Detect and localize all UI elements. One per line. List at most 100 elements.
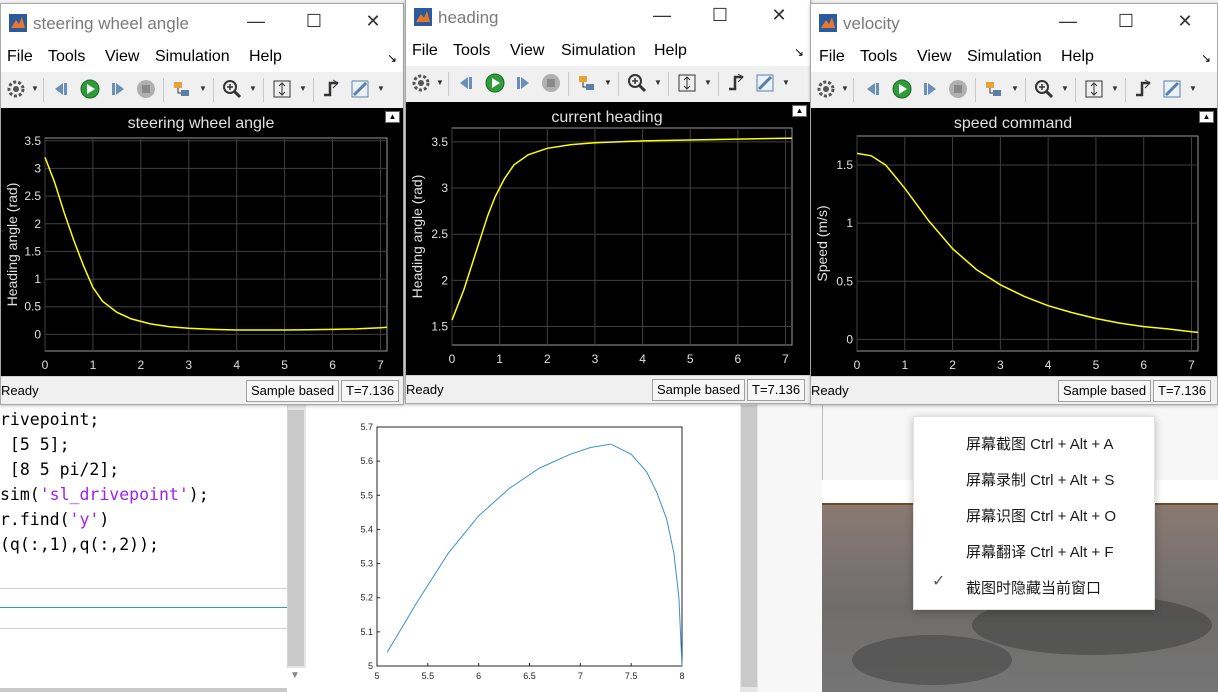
step-forward-icon[interactable] (919, 78, 941, 100)
autoscale-icon[interactable] (271, 78, 293, 100)
menu-help[interactable]: Help (654, 42, 687, 60)
close-icon[interactable]: ✕ (768, 4, 790, 26)
menu-item-screen-record[interactable]: 屏幕录制 Ctrl + Alt + S (966, 469, 1114, 490)
dropdown-arrow-icon[interactable]: ▼ (1061, 84, 1069, 93)
undock-icon[interactable]: ▲ (792, 105, 807, 117)
undock-icon[interactable]: ▲ (385, 111, 400, 123)
menu-file[interactable]: File (7, 48, 33, 66)
run-icon[interactable] (484, 72, 506, 94)
maximize-icon[interactable]: ☐ (1115, 10, 1137, 32)
code-line[interactable]: [5 5]; (0, 435, 70, 454)
stop-icon[interactable] (947, 78, 969, 100)
autoscale-icon[interactable] (1083, 78, 1105, 100)
dropdown-arrow-icon[interactable]: ▼ (199, 84, 207, 93)
measurement-icon[interactable] (1161, 78, 1183, 100)
y-tick-label: 1.5 (24, 244, 41, 258)
dropdown-arrow-icon[interactable]: ▼ (654, 78, 662, 87)
menu-tools[interactable]: Tools (48, 48, 85, 66)
code-line[interactable]: [8 5 pi/2]; (0, 460, 119, 479)
trigger-icon[interactable] (321, 78, 343, 100)
gear-icon[interactable] (410, 72, 432, 94)
code-line[interactable]: r.find('y') (0, 510, 109, 529)
menu-tools[interactable]: Tools (860, 48, 897, 66)
menu-help[interactable]: Help (1061, 48, 1094, 66)
dropdown-arrow-icon[interactable]: ▼ (377, 84, 385, 93)
menu-view[interactable]: View (510, 42, 544, 60)
scope-window-steering[interactable]: steering wheel angle — ☐ ✕ File Tools Vi… (0, 3, 404, 405)
minimize-icon[interactable]: — (245, 10, 267, 32)
zoom-in-icon[interactable] (221, 78, 243, 100)
dropdown-arrow-icon[interactable]: ▼ (249, 84, 257, 93)
code-line[interactable]: (q(:,1),q(:,2)); (0, 535, 159, 554)
stop-icon[interactable] (540, 72, 562, 94)
dropdown-arrow-icon[interactable]: ▼ (1189, 84, 1197, 93)
zoom-in-icon[interactable] (1033, 78, 1055, 100)
step-back-icon[interactable] (456, 72, 478, 94)
scope-window-heading[interactable]: heading — ☐ ✕ File Tools View Simulation… (405, 0, 811, 404)
scope-plot-area[interactable]: speed command 0 1 2 3 4 5 6 7 0 0.5 1 1.5 Speed (m/s)… (811, 108, 1217, 376)
trigger-icon[interactable] (1133, 78, 1155, 100)
code-line[interactable]: rivepoint; (0, 410, 99, 429)
code-line[interactable]: sim('sl_drivepoint'); (0, 485, 209, 504)
close-icon[interactable]: ✕ (362, 10, 384, 32)
menu-simulation[interactable]: Simulation (561, 42, 636, 60)
figure-scrollbar-thumb[interactable] (741, 405, 757, 687)
menu-dock-arrow-icon[interactable]: ↘ (387, 51, 397, 65)
menu-item-screenshot[interactable]: 屏幕截图 Ctrl + Alt + A (966, 433, 1114, 454)
stop-icon[interactable] (135, 78, 157, 100)
run-icon[interactable] (79, 78, 101, 100)
menu-dock-arrow-icon[interactable]: ↘ (1201, 51, 1211, 65)
step-back-icon[interactable] (51, 78, 73, 100)
title-bar[interactable]: heading — ☐ ✕ (406, 0, 810, 36)
menu-item-hide-window[interactable]: 截图时隐藏当前窗口 (966, 577, 1101, 598)
menu-tools[interactable]: Tools (453, 42, 490, 60)
undock-icon[interactable]: ▲ (1199, 111, 1214, 123)
scroll-down-arrow-icon[interactable]: ▼ (290, 670, 300, 681)
trigger-icon[interactable] (726, 72, 748, 94)
title-bar[interactable]: steering wheel angle — ☐ ✕ (1, 4, 403, 42)
dropdown-arrow-icon[interactable]: ▼ (436, 78, 444, 87)
menu-item-screen-translate[interactable]: 屏幕翻译 Ctrl + Alt + F (966, 541, 1114, 562)
menu-file[interactable]: File (412, 42, 438, 60)
dropdown-arrow-icon[interactable]: ▼ (704, 78, 712, 87)
dropdown-arrow-icon[interactable]: ▼ (841, 84, 849, 93)
dropdown-arrow-icon[interactable]: ▼ (782, 78, 790, 87)
menu-simulation[interactable]: Simulation (155, 48, 230, 66)
step-back-icon[interactable] (863, 78, 885, 100)
menu-view[interactable]: View (105, 48, 139, 66)
autoscale-icon[interactable] (676, 72, 698, 94)
scope-plot-area[interactable]: steering wheel angle 0 1 2 3 4 5 6 7 0 0.5 1 1.5 2 2.5… (1, 108, 403, 376)
gear-icon[interactable] (815, 78, 837, 100)
step-forward-icon[interactable] (107, 78, 129, 100)
editor-scrollbar-thumb[interactable] (288, 410, 304, 666)
highlight-icon[interactable] (171, 78, 193, 100)
dropdown-arrow-icon[interactable]: ▼ (1111, 84, 1119, 93)
menu-view[interactable]: View (917, 48, 951, 66)
menu-dock-arrow-icon[interactable]: ↘ (794, 45, 804, 59)
maximize-icon[interactable]: ☐ (303, 10, 325, 32)
highlight-icon[interactable] (983, 78, 1005, 100)
dropdown-arrow-icon[interactable]: ▼ (31, 84, 39, 93)
maximize-icon[interactable]: ☐ (709, 4, 731, 26)
close-icon[interactable]: ✕ (1174, 10, 1196, 32)
highlight-icon[interactable] (576, 72, 598, 94)
gear-icon[interactable] (5, 78, 27, 100)
horizontal-scrollbar[interactable] (0, 688, 287, 692)
menu-item-screen-ocr[interactable]: 屏幕识图 Ctrl + Alt + O (966, 505, 1116, 526)
title-bar[interactable]: velocity — ☐ ✕ (811, 4, 1217, 42)
zoom-in-icon[interactable] (626, 72, 648, 94)
menu-help[interactable]: Help (249, 48, 282, 66)
measurement-icon[interactable] (754, 72, 776, 94)
scope-window-velocity[interactable]: velocity — ☐ ✕ File Tools View Simulatio… (810, 3, 1218, 405)
minimize-icon[interactable]: — (651, 4, 673, 26)
step-forward-icon[interactable] (512, 72, 534, 94)
scope-plot-area[interactable]: current heading 0 1 2 3 4 5 6 7 1.5 2 2.5 3 3.5 Headin… (406, 102, 810, 375)
run-icon[interactable] (891, 78, 913, 100)
measurement-icon[interactable] (349, 78, 371, 100)
minimize-icon[interactable]: — (1057, 10, 1079, 32)
dropdown-arrow-icon[interactable]: ▼ (1011, 84, 1019, 93)
dropdown-arrow-icon[interactable]: ▼ (604, 78, 612, 87)
dropdown-arrow-icon[interactable]: ▼ (299, 84, 307, 93)
menu-simulation[interactable]: Simulation (967, 48, 1042, 66)
menu-file[interactable]: File (819, 48, 845, 66)
